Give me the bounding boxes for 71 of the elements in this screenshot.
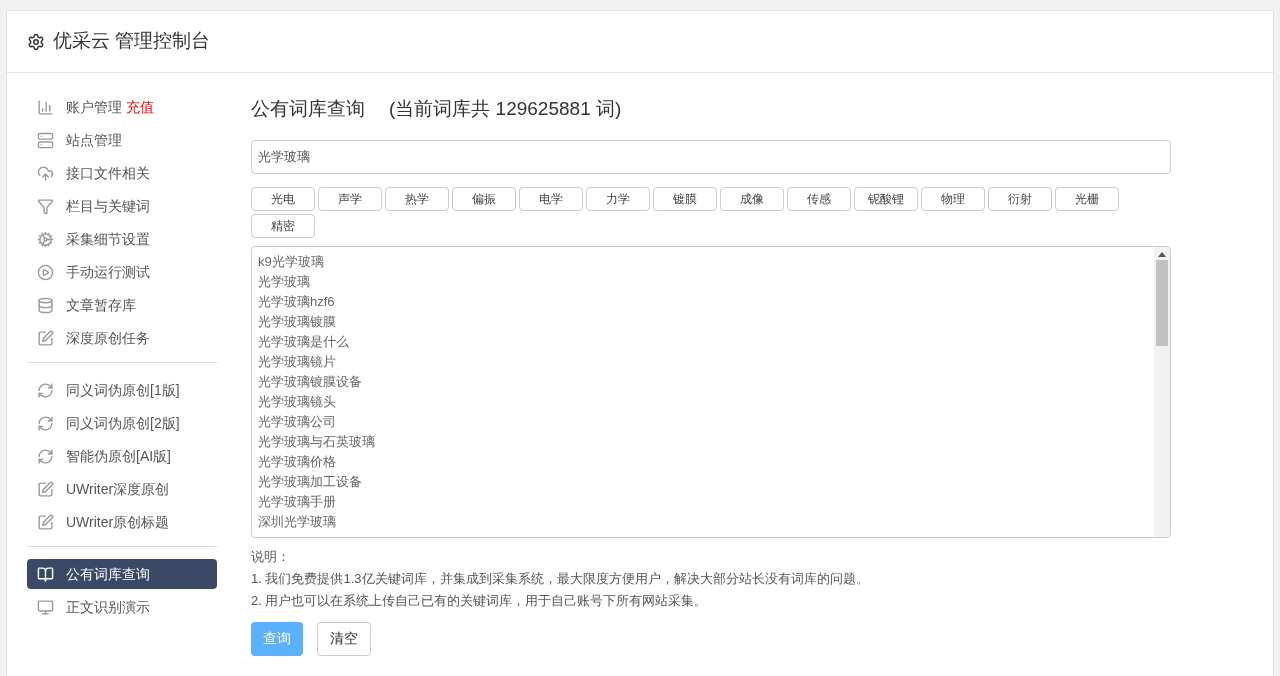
result-item[interactable]: 光学玻璃镜片 xyxy=(258,351,336,372)
sidebar-item[interactable]: 账户管理 充值 xyxy=(27,92,217,122)
sidebar-item[interactable]: 采集细节设置 xyxy=(27,224,217,254)
gears-icon xyxy=(37,230,54,248)
tag-button[interactable]: 铌酸锂 xyxy=(854,186,918,211)
tag-button[interactable]: 热学 xyxy=(385,186,449,211)
tag-button[interactable]: 光电 xyxy=(251,186,315,211)
result-item[interactable]: 光学玻璃加工设备 xyxy=(258,471,362,492)
result-item[interactable]: 光学玻璃镀膜设备 xyxy=(258,371,362,392)
word-count: (当前词库共 129625881 词) xyxy=(389,97,622,121)
refresh-icon xyxy=(37,447,54,465)
book-icon xyxy=(37,565,54,583)
scrollbar[interactable] xyxy=(1154,246,1170,537)
sidebar-item[interactable]: 同义词伪原创[1版] xyxy=(27,375,217,405)
tag-button[interactable]: 镀膜 xyxy=(653,186,717,211)
monitor-icon xyxy=(37,598,54,616)
result-item[interactable]: 光学玻璃hzf6 xyxy=(258,291,335,312)
tag-button[interactable]: 传感 xyxy=(787,186,851,211)
sidebar-item[interactable]: 公有词库查询 xyxy=(27,559,217,589)
tag-button[interactable]: 偏振 xyxy=(452,186,516,211)
result-item[interactable]: 光学玻璃是什么 xyxy=(258,331,349,352)
server-icon xyxy=(37,131,54,149)
sidebar-item[interactable]: 接口文件相关 xyxy=(27,158,217,188)
tag-button[interactable]: 物理 xyxy=(921,186,985,211)
sidebar-item[interactable]: 手动运行测试 xyxy=(27,257,217,287)
sidebar-item[interactable]: 文章暂存库 xyxy=(27,290,217,320)
edit-icon xyxy=(37,329,54,347)
filter-icon xyxy=(37,197,54,215)
cloud-upload-icon xyxy=(37,164,54,182)
edit-icon xyxy=(37,480,54,498)
tag-button[interactable]: 衍射 xyxy=(988,186,1052,211)
result-item[interactable]: k9光学玻璃 xyxy=(258,251,324,272)
scrollbar-thumb[interactable] xyxy=(1156,259,1168,346)
result-item[interactable]: 光学玻璃镜头 xyxy=(258,391,336,412)
tag-button[interactable]: 声学 xyxy=(318,186,382,211)
refresh-icon xyxy=(37,381,54,399)
result-item[interactable]: 光学玻璃 xyxy=(258,271,310,292)
results-list[interactable]: k9光学玻璃 光学玻璃 光学玻璃hzf6 光学玻璃镀膜 光学玻璃是什么 光学玻璃镜片 光学玻璃镀膜设备 光学玻璃镜头 光学玻璃公司 光学玻璃与石英玻璃 光学玻璃价格 光学玻璃加工设备 光学玻璃手册 深圳光学玻璃 xyxy=(251,245,1171,538)
tag-button[interactable]: 力学 xyxy=(586,186,650,211)
database-icon xyxy=(37,296,54,314)
edit-icon xyxy=(37,513,54,531)
result-item[interactable]: 深圳光学玻璃 xyxy=(258,511,336,532)
search-field[interactable]: 光学玻璃 xyxy=(251,139,1171,174)
sidebar-item[interactable]: 深度原创任务 xyxy=(27,323,217,353)
bar-chart-icon xyxy=(37,98,54,116)
notes-title: 说明： xyxy=(251,547,291,566)
result-item[interactable]: 光学玻璃手册 xyxy=(258,491,336,512)
play-icon xyxy=(37,263,54,281)
tag-button[interactable]: 成像 xyxy=(720,186,784,211)
sidebar-item[interactable]: 栏目与关键词 xyxy=(27,191,217,221)
tag-button[interactable]: 精密 xyxy=(251,213,315,238)
sidebar-item[interactable]: 站点管理 xyxy=(27,125,217,155)
sidebar-item[interactable]: 智能伪原创[AI版] xyxy=(27,441,217,471)
sidebar-item[interactable]: UWriter深度原创 xyxy=(27,474,217,504)
result-item[interactable]: 光学玻璃镀膜 xyxy=(258,311,336,332)
refresh-icon xyxy=(37,414,54,432)
console-title: 优采云 管理控制台 xyxy=(53,29,211,54)
sidebar-item[interactable]: 正文识别演示 xyxy=(27,592,217,622)
note-text: 1. 我们免费提供1.3亿关键词库，并集成到采集系统，最大限度方便用户，解决大部分站长没有词库的问题。 xyxy=(251,569,870,588)
note-text: 2. 用户也可以在系统上传自己已有的关键词库，用于自己账号下所有网站采集。 xyxy=(251,591,709,610)
page-title: 公有词库查询 xyxy=(251,97,365,121)
scroll-up-icon[interactable] xyxy=(1158,251,1166,257)
sidebar-item[interactable]: UWriter原创标题 xyxy=(27,507,217,537)
action-button[interactable]: 清空 xyxy=(317,621,371,656)
result-item[interactable]: 光学玻璃公司 xyxy=(258,411,336,432)
tag-button[interactable]: 光栅 xyxy=(1055,186,1119,211)
sidebar-item[interactable]: 同义词伪原创[2版] xyxy=(27,408,217,438)
result-item[interactable]: 光学玻璃价格 xyxy=(258,451,336,472)
tag-button[interactable]: 电学 xyxy=(519,186,583,211)
result-item[interactable]: 光学玻璃与石英玻璃 xyxy=(258,431,375,452)
settings-icon xyxy=(27,32,45,51)
